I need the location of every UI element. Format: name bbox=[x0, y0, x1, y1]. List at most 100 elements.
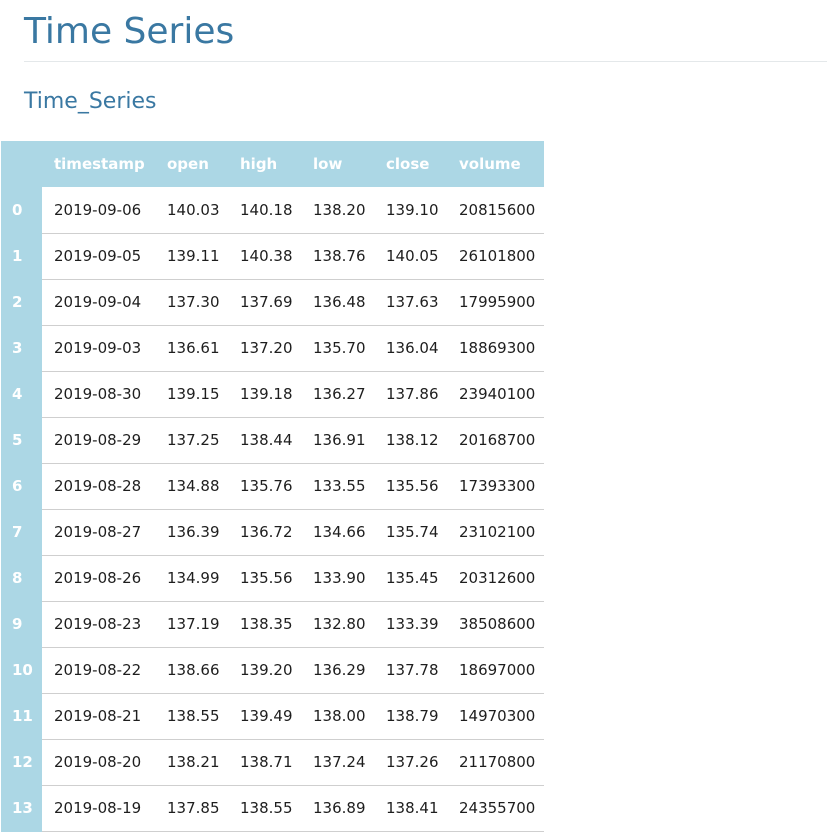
row-index: 4 bbox=[1, 371, 42, 418]
cell-low: 136.27 bbox=[301, 371, 374, 418]
cell-high: 135.76 bbox=[228, 463, 301, 510]
cell-close: 136.04 bbox=[374, 325, 447, 372]
cell-timestamp: 2019-08-19 bbox=[42, 785, 155, 832]
cell-open: 134.99 bbox=[155, 555, 228, 602]
page: Time Series Time_Series timestamp open h… bbox=[0, 0, 827, 835]
cell-volume: 20815600 bbox=[447, 187, 544, 234]
cell-volume: 23940100 bbox=[447, 371, 544, 418]
cell-timestamp: 2019-08-27 bbox=[42, 509, 155, 556]
section-title: Time_Series bbox=[24, 89, 157, 114]
cell-volume: 23102100 bbox=[447, 509, 544, 556]
cell-volume: 24355700 bbox=[447, 785, 544, 832]
cell-volume: 20168700 bbox=[447, 417, 544, 464]
cell-high: 137.69 bbox=[228, 279, 301, 326]
row-index: 8 bbox=[1, 555, 42, 602]
cell-high: 138.55 bbox=[228, 785, 301, 832]
table-row: 5 2019-08-29 137.25 138.44 136.91 138.12 20168… bbox=[1, 417, 544, 464]
cell-close: 140.05 bbox=[374, 233, 447, 280]
cell-volume: 17995900 bbox=[447, 279, 544, 326]
cell-close: 135.45 bbox=[374, 555, 447, 602]
cell-high: 139.20 bbox=[228, 647, 301, 694]
column-header-close: close bbox=[386, 155, 430, 173]
cell-low: 133.55 bbox=[301, 463, 374, 510]
row-index: 0 bbox=[1, 187, 42, 234]
cell-timestamp: 2019-08-28 bbox=[42, 463, 155, 510]
table-row: 4 2019-08-30 139.15 139.18 136.27 137.86 23940… bbox=[1, 371, 544, 418]
cell-open: 138.66 bbox=[155, 647, 228, 694]
column-header-timestamp: timestamp bbox=[54, 155, 145, 173]
title-divider bbox=[24, 61, 827, 62]
column-header-high: high bbox=[240, 155, 278, 173]
cell-close: 137.86 bbox=[374, 371, 447, 418]
cell-low: 136.29 bbox=[301, 647, 374, 694]
cell-timestamp: 2019-08-22 bbox=[42, 647, 155, 694]
table-row: 2 2019-09-04 137.30 137.69 136.48 137.63 17995… bbox=[1, 279, 544, 326]
cell-low: 136.91 bbox=[301, 417, 374, 464]
cell-open: 140.03 bbox=[155, 187, 228, 234]
table-header-row: timestamp open high low close volume bbox=[1, 141, 544, 187]
cell-volume: 21170800 bbox=[447, 739, 544, 786]
cell-open: 139.11 bbox=[155, 233, 228, 280]
row-index: 11 bbox=[1, 693, 42, 740]
table-row: 7 2019-08-27 136.39 136.72 134.66 135.74 23102… bbox=[1, 509, 544, 556]
cell-high: 139.18 bbox=[228, 371, 301, 418]
row-index: 3 bbox=[1, 325, 42, 372]
cell-open: 137.25 bbox=[155, 417, 228, 464]
cell-open: 136.61 bbox=[155, 325, 228, 372]
cell-high: 140.18 bbox=[228, 187, 301, 234]
cell-volume: 26101800 bbox=[447, 233, 544, 280]
table-row: 9 2019-08-23 137.19 138.35 132.80 133.39 38508… bbox=[1, 601, 544, 648]
row-index: 13 bbox=[1, 785, 42, 832]
table-row: 11 2019-08-21 138.55 139.49 138.00 138.79 1497… bbox=[1, 693, 544, 740]
time-series-table: timestamp open high low close volume 0 20… bbox=[1, 141, 544, 832]
cell-open: 138.55 bbox=[155, 693, 228, 740]
cell-open: 136.39 bbox=[155, 509, 228, 556]
table-body: 0 2019-09-06 140.03 140.18 138.20 139.10 20815… bbox=[1, 187, 544, 832]
cell-close: 138.12 bbox=[374, 417, 447, 464]
table-row: 0 2019-09-06 140.03 140.18 138.20 139.10 20815… bbox=[1, 187, 544, 234]
row-index: 1 bbox=[1, 233, 42, 280]
cell-high: 140.38 bbox=[228, 233, 301, 280]
cell-timestamp: 2019-08-20 bbox=[42, 739, 155, 786]
cell-timestamp: 2019-09-03 bbox=[42, 325, 155, 372]
row-index: 6 bbox=[1, 463, 42, 510]
table-header: timestamp open high low close volume bbox=[1, 141, 544, 187]
cell-volume: 20312600 bbox=[447, 555, 544, 602]
cell-timestamp: 2019-09-05 bbox=[42, 233, 155, 280]
cell-high: 138.35 bbox=[228, 601, 301, 648]
cell-open: 134.88 bbox=[155, 463, 228, 510]
cell-close: 135.74 bbox=[374, 509, 447, 556]
cell-close: 135.56 bbox=[374, 463, 447, 510]
cell-low: 137.24 bbox=[301, 739, 374, 786]
cell-low: 138.00 bbox=[301, 693, 374, 740]
cell-low: 138.76 bbox=[301, 233, 374, 280]
row-index: 9 bbox=[1, 601, 42, 648]
table-row: 12 2019-08-20 138.21 138.71 137.24 137.26 2117… bbox=[1, 739, 544, 786]
cell-timestamp: 2019-08-26 bbox=[42, 555, 155, 602]
row-index: 5 bbox=[1, 417, 42, 464]
index-column-header bbox=[1, 141, 42, 187]
cell-high: 135.56 bbox=[228, 555, 301, 602]
row-index: 7 bbox=[1, 509, 42, 556]
cell-timestamp: 2019-08-21 bbox=[42, 693, 155, 740]
row-index: 12 bbox=[1, 739, 42, 786]
cell-high: 138.71 bbox=[228, 739, 301, 786]
table-row: 13 2019-08-19 137.85 138.55 136.89 138.41 2435… bbox=[1, 785, 544, 832]
table-row: 10 2019-08-22 138.66 139.20 136.29 137.78 1869… bbox=[1, 647, 544, 694]
cell-volume: 14970300 bbox=[447, 693, 544, 740]
cell-timestamp: 2019-08-30 bbox=[42, 371, 155, 418]
cell-high: 139.49 bbox=[228, 693, 301, 740]
table-row: 3 2019-09-03 136.61 137.20 135.70 136.04 18869… bbox=[1, 325, 544, 372]
cell-close: 138.41 bbox=[374, 785, 447, 832]
cell-high: 137.20 bbox=[228, 325, 301, 372]
cell-timestamp: 2019-09-06 bbox=[42, 187, 155, 234]
cell-close: 137.78 bbox=[374, 647, 447, 694]
cell-low: 134.66 bbox=[301, 509, 374, 556]
cell-high: 138.44 bbox=[228, 417, 301, 464]
row-index: 10 bbox=[1, 647, 42, 694]
cell-volume: 38508600 bbox=[447, 601, 544, 648]
cell-high: 136.72 bbox=[228, 509, 301, 556]
table-row: 1 2019-09-05 139.11 140.38 138.76 140.05 26101… bbox=[1, 233, 544, 280]
cell-close: 137.63 bbox=[374, 279, 447, 326]
cell-low: 136.48 bbox=[301, 279, 374, 326]
